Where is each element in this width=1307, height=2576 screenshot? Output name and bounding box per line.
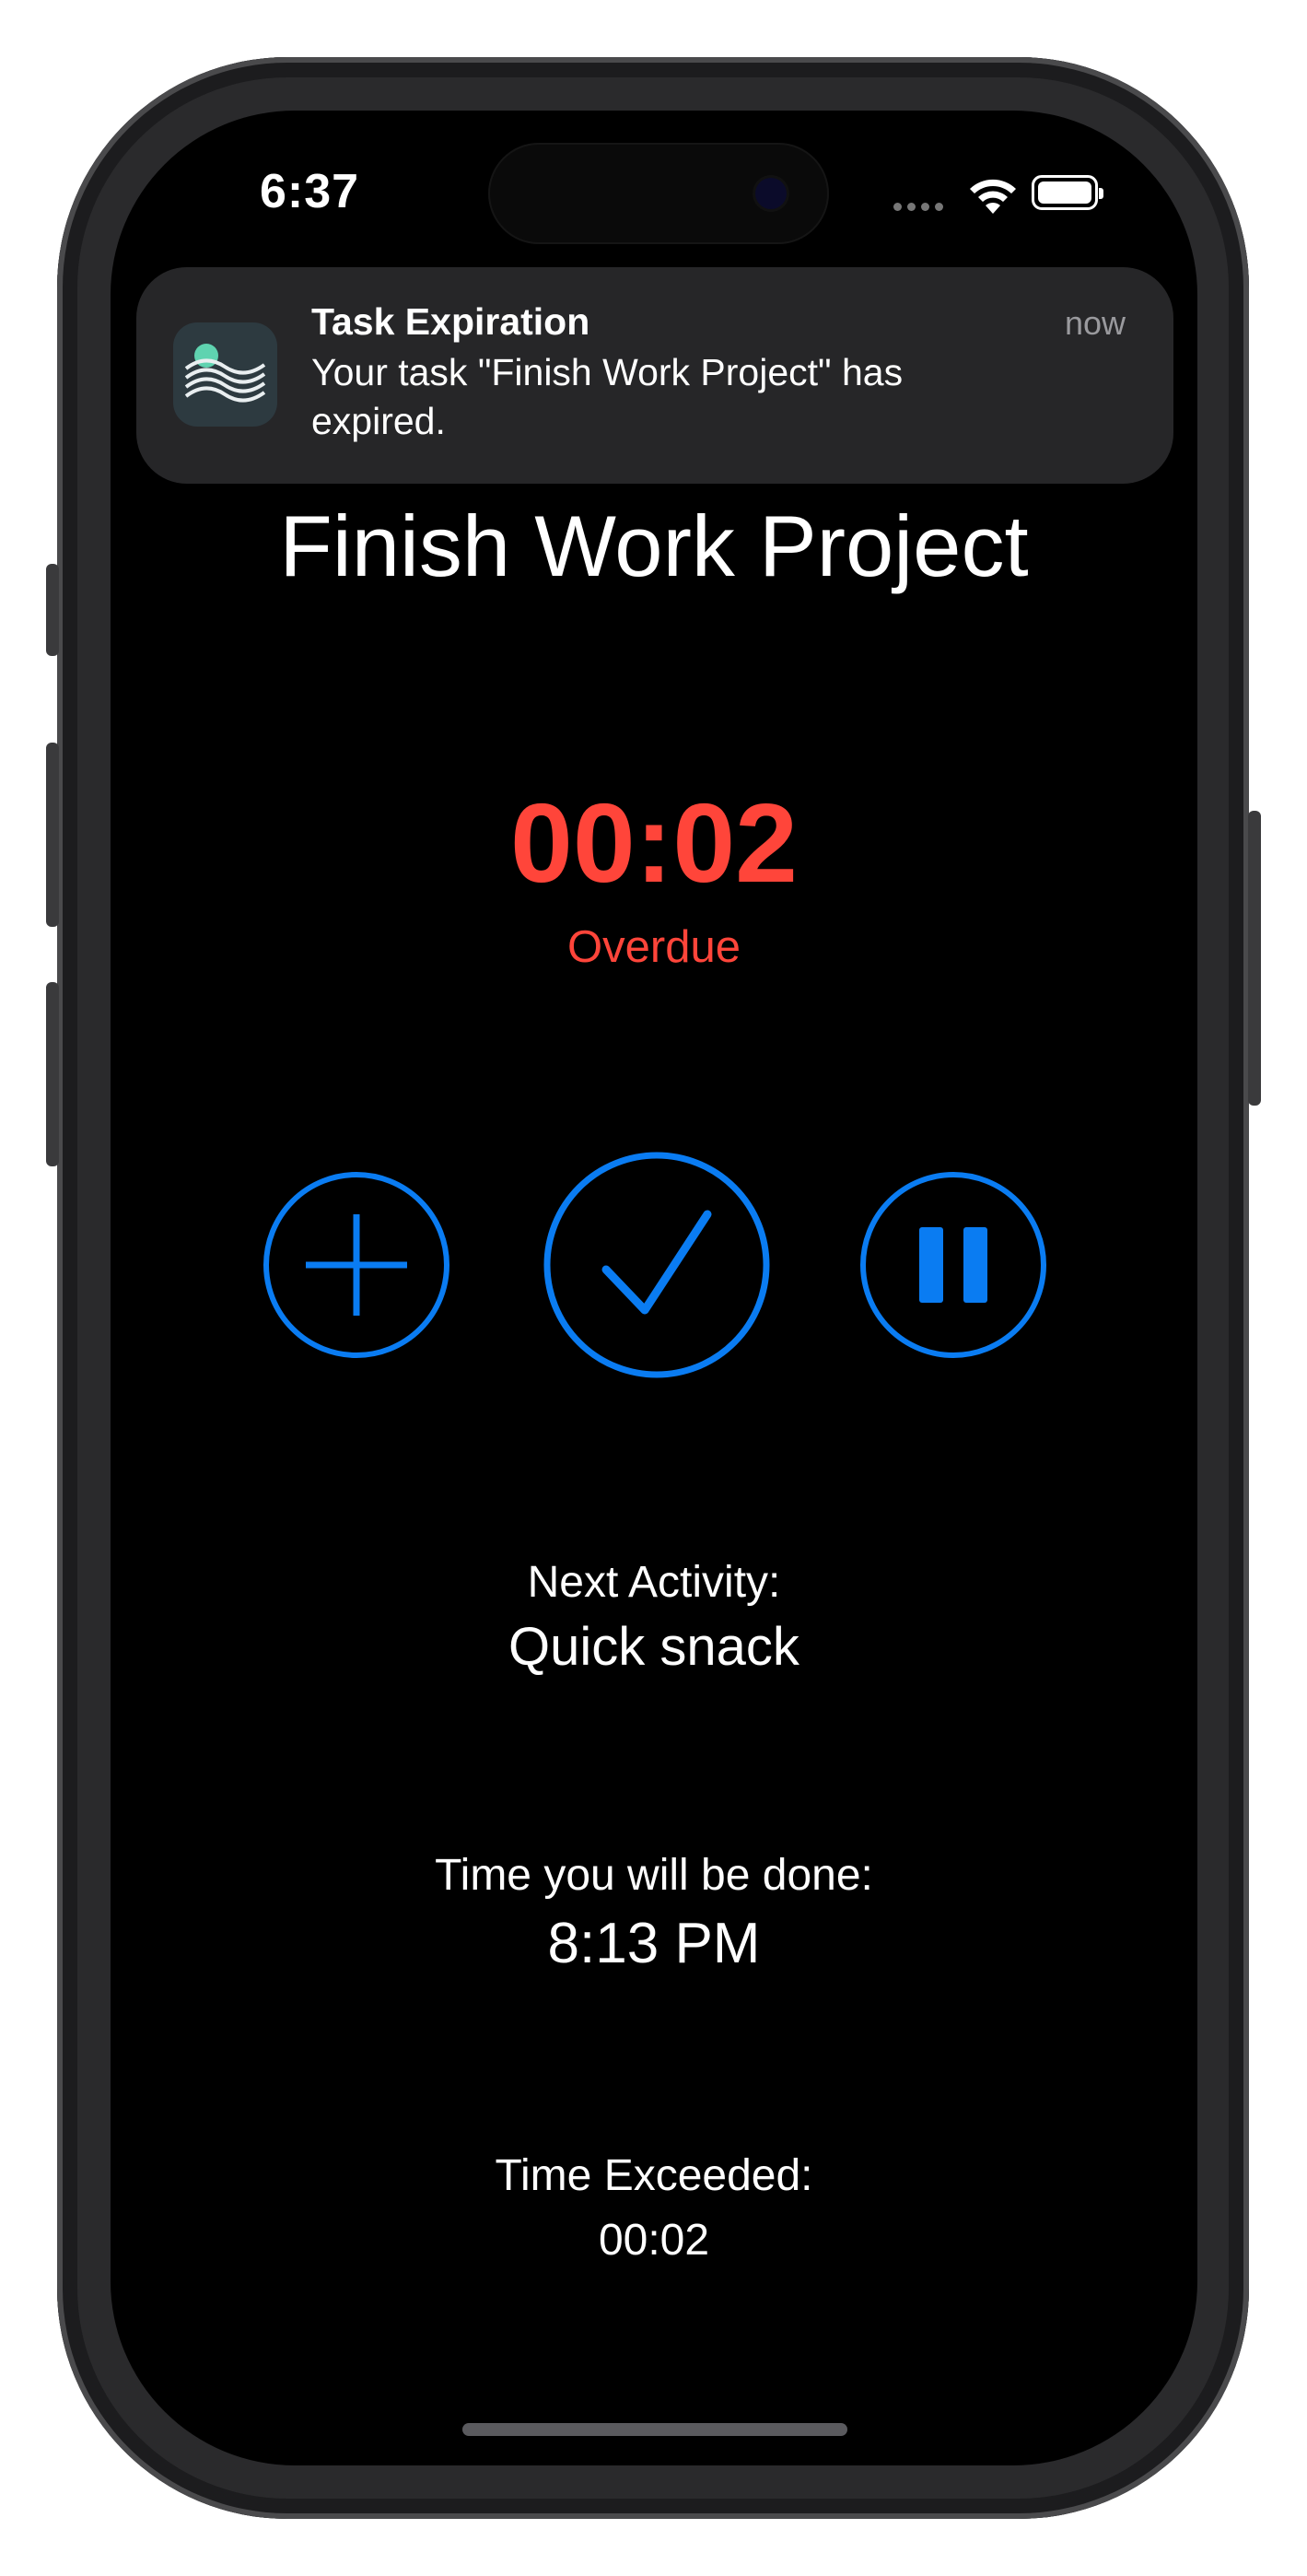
next-activity-label: Next Activity:: [527, 1558, 781, 1607]
power-button: [1248, 811, 1261, 1106]
home-indicator[interactable]: [462, 2423, 847, 2436]
countdown-timer: 00:02: [509, 780, 799, 906]
cellular-signal-icon: [893, 199, 949, 216]
wifi-icon: [970, 179, 1016, 214]
done-time-label: Time you will be done:: [435, 1851, 873, 1900]
app-wave-icon: [173, 322, 277, 427]
time-exceeded-value: 00:02: [598, 2216, 710, 2265]
time-exceeded-label: Time Exceeded:: [495, 2151, 813, 2200]
add-time-button[interactable]: [262, 1170, 451, 1360]
notification-title: Task Expiration: [311, 300, 590, 343]
pause-icon: [860, 1172, 1046, 1358]
checkmark-icon: [543, 1152, 770, 1378]
front-camera: [755, 178, 787, 209]
volume-up-button: [46, 743, 59, 927]
action-button: [46, 564, 59, 656]
status-time: 6:37: [260, 165, 360, 218]
notification-banner[interactable]: Task Expiration Your task "Finish Work P…: [136, 267, 1173, 484]
volume-down-button: [46, 982, 59, 1166]
dynamic-island: [488, 143, 829, 244]
status-bar: 6:37: [111, 111, 1197, 276]
notification-time: now: [1064, 304, 1126, 342]
notification-body: Your task "Finish Work Project" has expi…: [311, 351, 904, 442]
plus-icon: [263, 1172, 449, 1358]
done-time-value: 8:13 PM: [547, 1912, 761, 1975]
pause-button[interactable]: [858, 1170, 1048, 1360]
battery-icon: [1032, 175, 1103, 210]
complete-task-button[interactable]: [543, 1152, 770, 1378]
status-label: Overdue: [567, 922, 741, 972]
next-activity-value: Quick snack: [508, 1617, 799, 1677]
phone-screen: 6:37 Task Expiration Your task "Finish W…: [111, 111, 1197, 2465]
task-title: Finish Work Project: [279, 498, 1029, 594]
